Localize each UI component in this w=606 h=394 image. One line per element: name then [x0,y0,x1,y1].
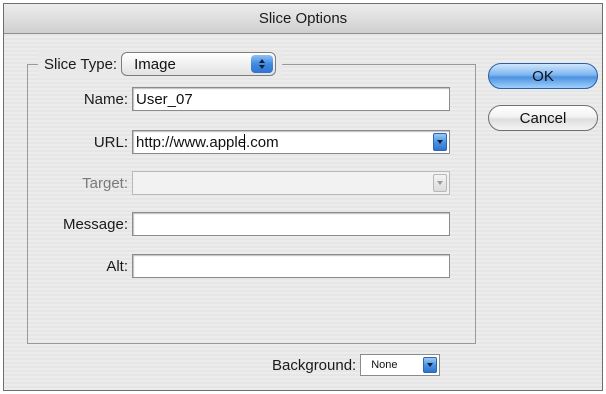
chevron-down-icon [437,140,443,144]
up-down-arrows-icon [251,55,274,73]
alt-label: Alt: [106,257,128,275]
url-dropdown-button[interactable] [433,133,447,151]
message-label: Message: [62,215,128,233]
slice-type-popup[interactable]: Image [121,52,277,76]
name-row: Name: [34,87,450,111]
target-label: Target: [82,174,128,192]
cancel-button[interactable]: Cancel [488,105,598,131]
name-field[interactable] [132,87,450,111]
slice-type-row: Slice Type: Image [38,51,283,77]
chevron-down-icon [437,181,443,185]
target-row: Target: [34,171,450,195]
background-label: Background: [272,356,357,374]
ok-button[interactable]: OK [488,63,598,89]
window-title: Slice Options [4,4,602,34]
background-popup[interactable]: None [360,354,441,376]
message-row: Message: [34,212,450,236]
target-dropdown-button[interactable] [433,174,447,192]
background-row: Background: None [272,354,441,376]
slice-options-dialog: Slice Options Slice Type: Image Name: UR… [3,3,603,391]
chevron-down-icon [427,363,434,367]
background-value: None [371,359,398,371]
background-dropdown-button[interactable] [423,357,438,373]
url-field[interactable] [132,130,450,154]
message-field[interactable] [132,212,450,236]
target-field[interactable] [132,171,450,195]
alt-field[interactable] [132,254,450,278]
url-row: URL: [34,130,450,154]
slice-type-value: Image [134,55,176,73]
alt-row: Alt: [34,254,450,278]
target-combo [132,171,450,195]
text-caret [244,134,245,150]
slice-type-label: Slice Type: [44,55,118,73]
name-label: Name: [83,90,128,108]
url-label: URL: [93,133,128,151]
url-combo [132,130,450,154]
